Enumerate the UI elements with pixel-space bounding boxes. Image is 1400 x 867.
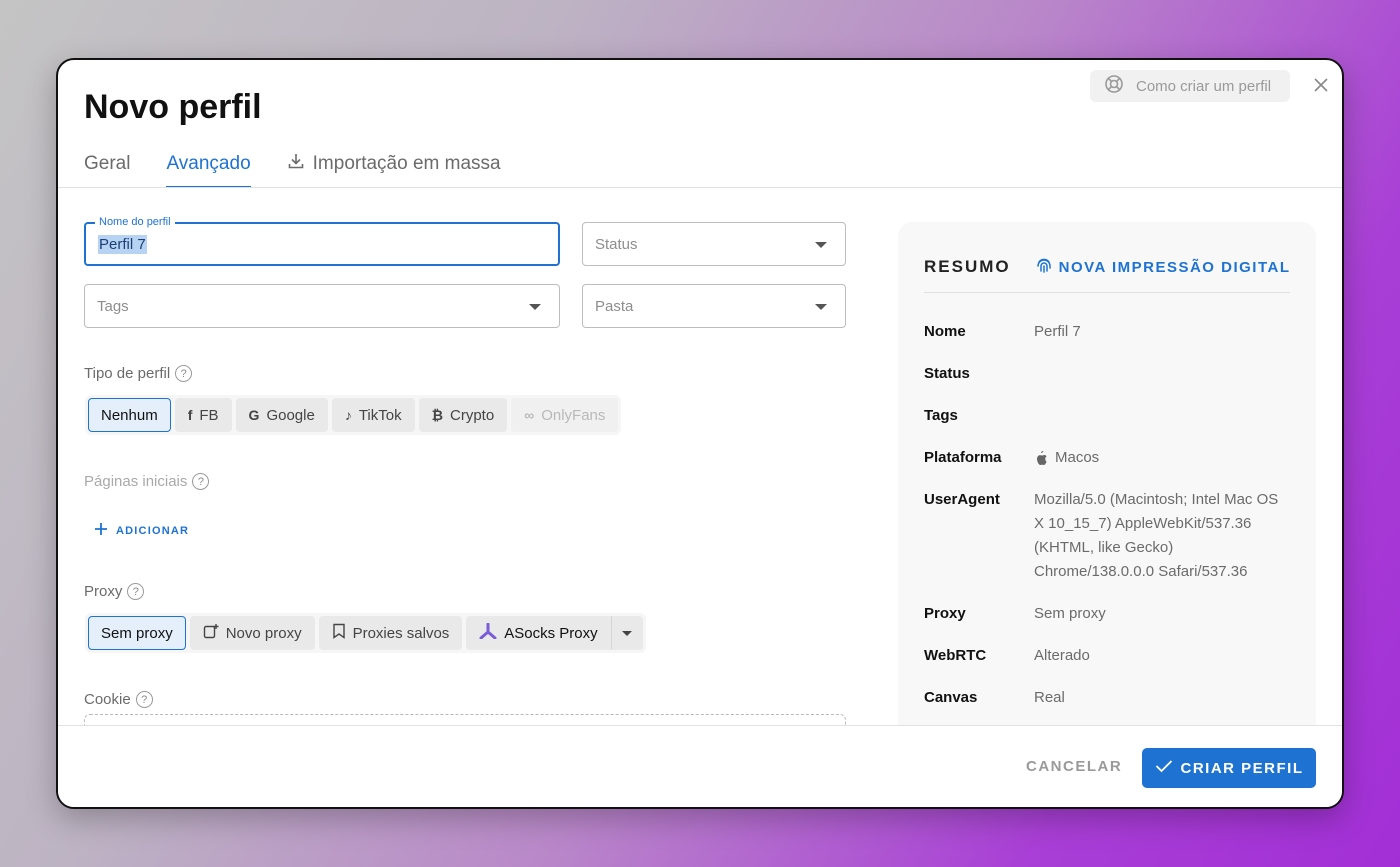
cancel-button[interactable]: CANCELAR [1026,758,1122,775]
start-pages-label: Páginas iniciais ? [84,473,210,490]
plus-icon [94,522,108,539]
cookie-label: Cookie ? [84,691,153,708]
tab-geral[interactable]: Geral [84,140,130,188]
help-circle-icon[interactable]: ? [135,691,153,708]
profile-name-value: Perfil 7 [98,234,147,254]
chevron-down-icon [815,304,827,310]
asocks-dropdown-toggle[interactable] [610,616,643,650]
asocks-proxy-split-button: ASocks Proxy [466,616,643,650]
tags-select[interactable]: Tags [84,284,560,328]
proxy-none[interactable]: Sem proxy [88,616,186,650]
summary-title: RESUMO [924,257,1011,276]
footer-divider [58,725,1342,726]
summary-row-name: Nome Perfil 7 [924,323,1081,340]
tiktok-icon: ♪ [344,407,352,423]
summary-row-webrtc: WebRTC Alterado [924,647,1090,664]
proxy-group: Sem proxy Novo proxy Proxies salvos ASoc… [85,613,646,653]
facebook-icon: f [187,407,193,423]
download-icon [287,152,305,176]
proxy-saved[interactable]: Proxies salvos [318,616,463,650]
dialog-title: Novo perfil [84,88,262,126]
help-label: Como criar um perfil [1136,77,1272,95]
new-fingerprint-button[interactable]: NOVA IMPRESSÃO DIGITAL [1035,256,1291,278]
help-circle-icon[interactable]: ? [127,583,145,600]
proxy-new[interactable]: Novo proxy [189,616,315,650]
add-start-page-button[interactable]: ADICIONAR [94,522,189,539]
chevron-down-icon [621,630,632,636]
bitcoin-icon: ₿ [431,407,444,423]
profile-type-crypto[interactable]: ₿ Crypto [418,398,508,432]
chevron-down-icon [815,242,827,248]
profile-type-none[interactable]: Nenhum [88,398,171,432]
status-select[interactable]: Status [582,222,846,266]
summary-header: RESUMO NOVA IMPRESSÃO DIGITAL [924,256,1291,278]
folder-select[interactable]: Pasta [582,284,846,328]
tab-bar: Geral Avançado Importação em massa [84,140,501,188]
how-to-create-profile-button[interactable]: Como criar um perfil [1090,70,1290,102]
summary-row-useragent: UserAgent Mozilla/5.0 (Macintosh; Intel … [924,491,1279,580]
fingerprint-icon [1035,256,1053,278]
summary-row-canvas: Canvas Real [924,689,1065,706]
profile-type-label: Tipo de perfil ? [84,365,193,382]
profile-type-fb[interactable]: f FB [174,398,232,432]
summary-row-platform: Plataforma Macos [924,446,1290,474]
summary-row-status: Status [924,365,970,382]
bookmark-icon [332,623,346,643]
asocks-logo-icon [479,622,497,643]
summary-row-proxy: Proxy Sem proxy [924,605,1106,622]
tab-bulk-import[interactable]: Importação em massa [287,140,501,188]
profile-type-onlyfans: ∞ OnlyFans [511,398,619,432]
tab-avancado[interactable]: Avançado [166,140,251,188]
profile-name-field[interactable]: Nome do perfil Perfil 7 [84,216,560,266]
onlyfans-icon: ∞ [524,407,535,423]
summary-divider [924,292,1290,293]
google-icon: G [248,407,260,423]
new-profile-dialog: Novo perfil Como criar um perfil Geral A… [56,58,1344,809]
lifebuoy-icon [1104,74,1124,98]
summary-panel: RESUMO NOVA IMPRESSÃO DIGITAL Nome Perfi… [898,222,1316,807]
close-icon[interactable] [1310,74,1332,96]
help-circle-icon[interactable]: ? [192,473,210,490]
profile-type-google[interactable]: G Google [235,398,328,432]
create-profile-button[interactable]: CRIAR PERFIL [1142,748,1316,788]
new-window-icon [203,623,219,643]
apple-icon [1034,446,1048,474]
help-circle-icon[interactable]: ? [175,365,193,382]
proxy-asocks[interactable]: ASocks Proxy [466,616,611,650]
proxy-label: Proxy ? [84,583,145,600]
check-icon [1155,759,1173,777]
chevron-down-icon [529,304,541,310]
profile-type-tiktok[interactable]: ♪ TikTok [331,398,415,432]
summary-row-tags: Tags [924,407,958,424]
profile-name-label: Nome do perfil [95,216,175,228]
profile-type-group: Nenhum f FB G Google ♪ TikTok ₿ Crypto ∞… [85,395,622,435]
tabs-divider [58,187,1342,188]
